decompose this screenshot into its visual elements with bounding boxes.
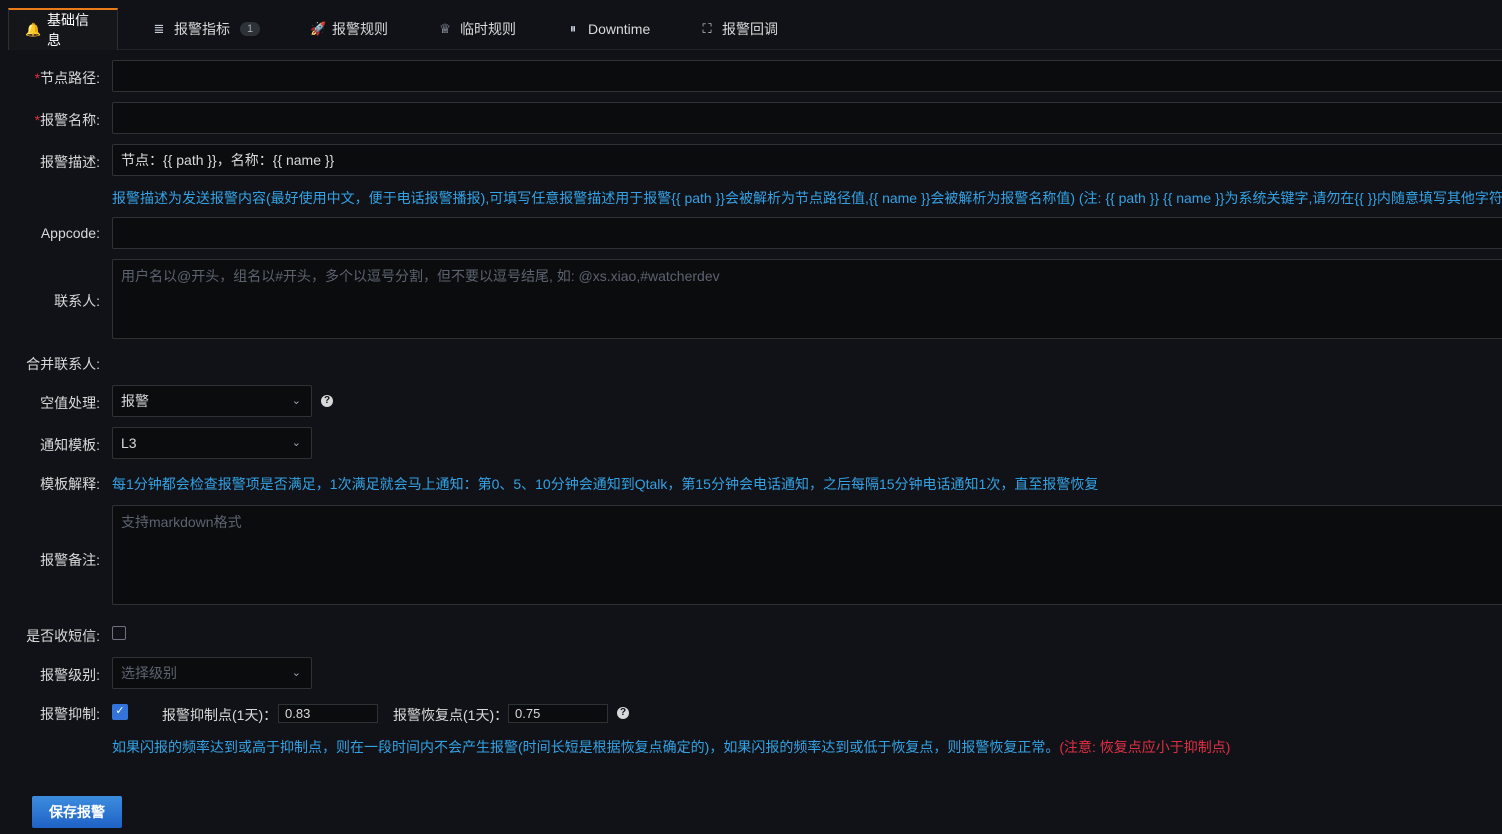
- suppress-point-label: 报警抑制点(1天)：: [162, 707, 278, 723]
- save-alert-button[interactable]: 保存报警: [32, 796, 122, 828]
- template-explain-label: 模板解释:: [40, 476, 100, 492]
- select-placeholder: 选择级别: [121, 665, 177, 681]
- alert-level-select[interactable]: 选择级别 ⌄: [112, 657, 312, 689]
- sms-checkbox[interactable]: [112, 626, 126, 640]
- tab-alert-metrics[interactable]: ≣ 报警指标 1: [136, 8, 276, 49]
- contacts-textarea[interactable]: [112, 259, 1502, 339]
- node-path-input[interactable]: [112, 60, 1502, 92]
- notify-template-select[interactable]: L3 ⌄: [112, 427, 312, 459]
- bell-icon: 🔔: [25, 22, 42, 37]
- suppress-checkbox[interactable]: ✓: [112, 704, 128, 720]
- tab-label: 基础信息: [47, 12, 89, 48]
- pause-icon: ⏸: [569, 20, 577, 36]
- alert-name-input[interactable]: [112, 102, 1502, 134]
- alert-note-label: 报警备注:: [40, 552, 100, 568]
- recover-point-label: 报警恢复点(1天)：: [393, 707, 509, 723]
- appcode-input[interactable]: [112, 217, 1502, 249]
- alert-desc-hint: 报警描述为发送报警内容(最好使用中文，便于电话报警播报),可填写任意报警描述用于…: [112, 190, 1502, 206]
- select-value: L3: [121, 435, 137, 451]
- tab-basic-info[interactable]: 🔔 基础信息: [8, 8, 118, 50]
- tab-alert-rules[interactable]: 🚀 报警规则: [294, 8, 404, 49]
- contacts-label: 联系人:: [54, 293, 100, 309]
- tab-bar: 🔔 基础信息 ≣ 报警指标 1 🚀 报警规则 ♕ 临时规则 ⏸ Downtime…: [8, 8, 1502, 50]
- tab-alert-callback[interactable]: ⛶ 报警回调: [684, 8, 794, 49]
- chevron-down-icon: ⌄: [291, 667, 301, 679]
- count-badge: 1: [240, 21, 261, 36]
- alert-note-textarea[interactable]: [112, 505, 1502, 605]
- help-icon[interactable]: ?: [617, 707, 629, 719]
- chevron-down-icon: ⌄: [291, 395, 301, 407]
- tab-label: Downtime: [588, 20, 651, 37]
- expand-icon: ⛶: [702, 20, 712, 36]
- tab-label: 报警规则: [332, 20, 388, 37]
- suppress-hint: 如果闪报的频率达到或高于抑制点，则在一段时间内不会产生报警(时间长短是根据恢复点…: [112, 739, 1231, 755]
- bulb-icon: ♕: [439, 20, 451, 36]
- notify-template-label: 通知模板:: [40, 437, 100, 453]
- chevron-down-icon: ⌄: [291, 437, 301, 449]
- null-handling-label: 空值处理:: [40, 395, 100, 411]
- suppress-point-input[interactable]: 0.83: [278, 704, 378, 723]
- merge-contacts-label: 合并联系人:: [26, 356, 100, 372]
- suppress-warning: (注意: 恢复点应小于抑制点): [1059, 739, 1231, 755]
- recover-point-input[interactable]: 0.75: [508, 704, 608, 723]
- appcode-label: Appcode:: [40, 225, 100, 241]
- tab-label: 报警回调: [722, 20, 778, 37]
- tab-label: 临时规则: [460, 20, 516, 37]
- tab-temp-rules[interactable]: ♕ 临时规则: [422, 8, 532, 49]
- alert-name-label: *报警名称:: [34, 112, 100, 128]
- alert-desc-input[interactable]: [112, 144, 1502, 176]
- template-explain-text: 每1分钟都会检查报警项是否满足，1次满足就会马上通知：第0、5、10分钟会通知到…: [112, 476, 1099, 492]
- null-handling-select[interactable]: 报警 ⌄: [112, 385, 312, 417]
- sms-label: 是否收短信:: [26, 628, 100, 644]
- alert-desc-label: 报警描述:: [40, 154, 100, 170]
- alert-level-label: 报警级别:: [40, 667, 100, 683]
- suppress-label: 报警抑制:: [40, 706, 100, 722]
- tab-downtime[interactable]: ⏸ Downtime: [550, 8, 666, 49]
- alert-form: *节点路径: *报警名称: 报警描述: 报警描述为发送报警内容(最好使用中文，便…: [8, 50, 1502, 834]
- rocket-icon: 🚀: [310, 20, 327, 36]
- help-icon[interactable]: ?: [321, 395, 333, 407]
- select-value: 报警: [121, 393, 149, 409]
- database-icon: ≣: [153, 20, 165, 36]
- tab-label: 报警指标: [174, 20, 230, 37]
- node-path-label: *节点路径:: [34, 70, 100, 86]
